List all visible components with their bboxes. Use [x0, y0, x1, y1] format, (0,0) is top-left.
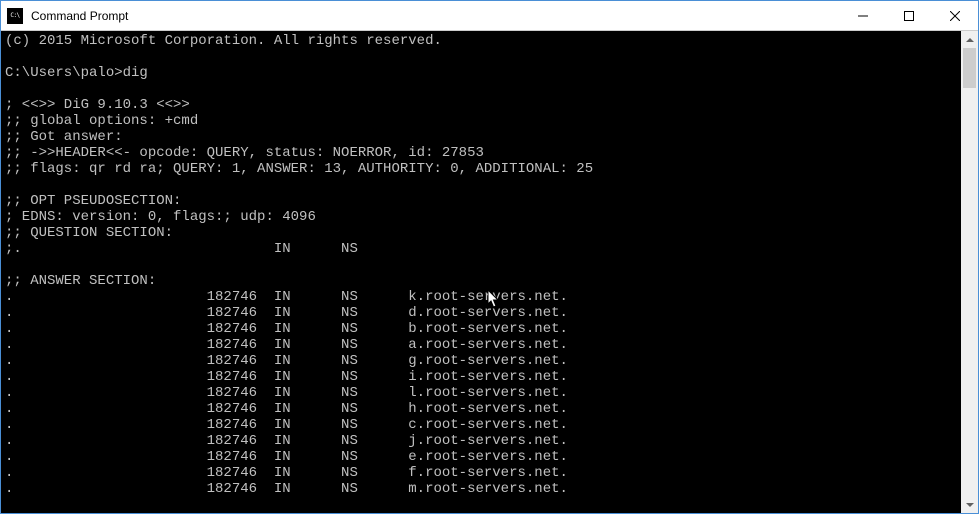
- scroll-down-icon[interactable]: [961, 496, 978, 513]
- edns-line: ; EDNS: version: 0, flags:; udp: 4096: [5, 209, 316, 225]
- scrollbar[interactable]: [961, 31, 978, 513]
- answer-row: . 182746 IN NS a.root-servers.net.: [5, 337, 568, 353]
- window-controls: [840, 1, 978, 30]
- answer-row: . 182746 IN NS i.root-servers.net.: [5, 369, 568, 385]
- global-options: ;; global options: +cmd: [5, 113, 198, 129]
- answer-row: . 182746 IN NS j.root-servers.net.: [5, 433, 568, 449]
- question-row: ;. IN NS: [5, 241, 358, 257]
- scroll-up-icon[interactable]: [961, 31, 978, 48]
- flags-line: ;; flags: qr rd ra; QUERY: 1, ANSWER: 13…: [5, 161, 593, 177]
- answer-row: . 182746 IN NS g.root-servers.net.: [5, 353, 568, 369]
- titlebar[interactable]: Command Prompt: [1, 1, 978, 31]
- answer-row: . 182746 IN NS d.root-servers.net.: [5, 305, 568, 321]
- opt-pseudosection: ;; OPT PSEUDOSECTION:: [5, 193, 181, 209]
- got-answer: ;; Got answer:: [5, 129, 123, 145]
- scroll-thumb[interactable]: [963, 48, 976, 88]
- answer-row: . 182746 IN NS m.root-servers.net.: [5, 481, 568, 497]
- answer-row: . 182746 IN NS e.root-servers.net.: [5, 449, 568, 465]
- answer-row: . 182746 IN NS k.root-servers.net.: [5, 289, 568, 305]
- maximize-button[interactable]: [886, 1, 932, 30]
- answer-row: . 182746 IN NS c.root-servers.net.: [5, 417, 568, 433]
- cmd-icon: [7, 8, 23, 24]
- answer-section-header: ;; ANSWER SECTION:: [5, 273, 156, 289]
- scroll-track[interactable]: [961, 48, 978, 496]
- prompt-line: C:\Users\palo>dig: [5, 65, 148, 81]
- dig-version: ; <<>> DiG 9.10.3 <<>>: [5, 97, 190, 113]
- header-line: ;; ->>HEADER<<- opcode: QUERY, status: N…: [5, 145, 484, 161]
- question-section-header: ;; QUESTION SECTION:: [5, 225, 173, 241]
- close-button[interactable]: [932, 1, 978, 30]
- window-title: Command Prompt: [29, 9, 840, 23]
- copyright-line: (c) 2015 Microsoft Corporation. All righ…: [5, 33, 442, 49]
- answer-row: . 182746 IN NS l.root-servers.net.: [5, 385, 568, 401]
- answer-row: . 182746 IN NS b.root-servers.net.: [5, 321, 568, 337]
- minimize-button[interactable]: [840, 1, 886, 30]
- answer-row: . 182746 IN NS f.root-servers.net.: [5, 465, 568, 481]
- terminal-output[interactable]: (c) 2015 Microsoft Corporation. All righ…: [1, 31, 961, 513]
- answer-row: . 182746 IN NS h.root-servers.net.: [5, 401, 568, 417]
